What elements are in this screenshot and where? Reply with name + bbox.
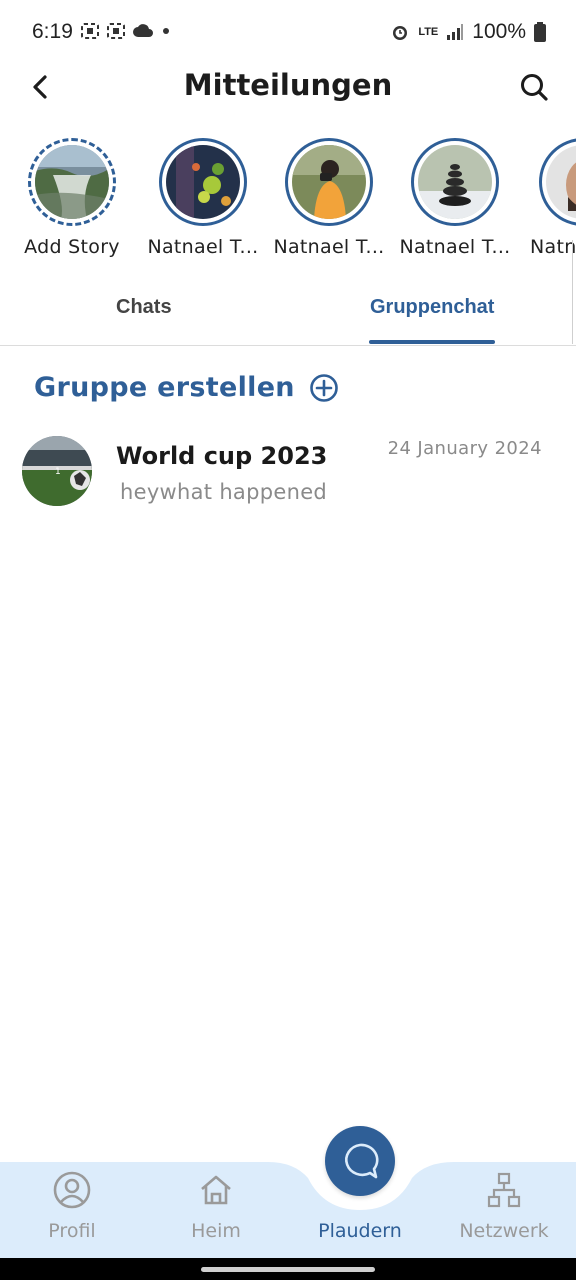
- group-avatar: 1: [22, 436, 92, 506]
- create-group-button[interactable]: Gruppe erstellen: [34, 372, 339, 403]
- tab-group-chat[interactable]: Gruppenchat: [370, 296, 494, 319]
- nav-chat-label: Plaudern: [318, 1220, 402, 1242]
- nav-profile[interactable]: Profil: [12, 1168, 132, 1242]
- group-chat-row[interactable]: 1 World cup 2023 24 January 2024 heywhat…: [0, 436, 576, 512]
- profile-icon: [12, 1168, 132, 1212]
- story-avatar: [35, 145, 109, 219]
- screenshot-icon-2: [107, 23, 125, 39]
- status-notification-icons: [80, 22, 172, 40]
- story-avatar: [418, 145, 492, 219]
- battery-icon: [534, 22, 546, 42]
- battery-percent: 100%: [472, 20, 526, 43]
- story-avatar: [546, 145, 576, 219]
- story-avatar: [292, 145, 366, 219]
- lte-indicator: LTE: [418, 25, 439, 38]
- tab-bar: Chats Gruppenchat: [0, 290, 576, 346]
- cloud-icon: [133, 24, 153, 37]
- status-time: 6:19: [32, 20, 73, 43]
- screenshot-icon: [81, 23, 99, 39]
- nav-network[interactable]: Netzwerk: [444, 1168, 564, 1242]
- tab-chats[interactable]: Chats: [116, 296, 172, 319]
- story-item[interactable]: Natnael T...: [269, 138, 389, 258]
- svg-text:1: 1: [55, 467, 61, 477]
- story-avatar: [166, 145, 240, 219]
- story-label: Add Story: [24, 236, 120, 258]
- story-ring: [539, 138, 576, 226]
- app-header: Mitteilungen: [0, 64, 576, 110]
- stories-row: Add Story Natnael T... Natnael T... Natn…: [0, 138, 576, 268]
- group-last-message: heywhat happened: [120, 480, 328, 504]
- nav-network-label: Netzwerk: [459, 1220, 549, 1242]
- search-icon: [521, 74, 548, 101]
- network-icon: [444, 1168, 564, 1212]
- group-last-date: 24 January 2024: [387, 438, 542, 459]
- nav-profile-label: Profil: [48, 1220, 96, 1242]
- story-item[interactable]: Natn: [521, 138, 576, 258]
- story-ring: [411, 138, 499, 226]
- status-right-icons: LTE 100%: [390, 20, 546, 44]
- story-label: Natn: [530, 236, 576, 258]
- page-title: Mitteilungen: [183, 68, 393, 102]
- dot-icon: [163, 28, 169, 34]
- system-nav-bar: [0, 1258, 576, 1280]
- tab-indicator: [369, 340, 495, 344]
- story-label: Natnael T...: [273, 236, 385, 258]
- add-story-button[interactable]: Add Story: [12, 138, 132, 258]
- search-button[interactable]: [518, 70, 550, 104]
- nav-home-label: Heim: [191, 1220, 241, 1242]
- home-indicator[interactable]: [201, 1267, 375, 1272]
- add-circle-icon: [310, 373, 338, 402]
- group-name: World cup 2023: [116, 442, 328, 470]
- nav-chat[interactable]: Plaudern: [300, 1168, 420, 1242]
- story-ring: [159, 138, 247, 226]
- create-group-label: Gruppe erstellen: [34, 372, 295, 403]
- alarm-icon: [393, 26, 408, 40]
- story-item[interactable]: Natnael T...: [395, 138, 515, 258]
- add-story-ring: [28, 138, 116, 226]
- nav-home[interactable]: Heim: [156, 1168, 276, 1242]
- story-ring: [285, 138, 373, 226]
- signal-icon: [447, 24, 464, 40]
- story-item[interactable]: Natnael T...: [143, 138, 263, 258]
- story-label: Natnael T...: [399, 236, 511, 258]
- story-label: Natnael T...: [147, 236, 259, 258]
- home-icon: [156, 1168, 276, 1212]
- status-bar: 6:19 LTE 100%: [0, 0, 576, 64]
